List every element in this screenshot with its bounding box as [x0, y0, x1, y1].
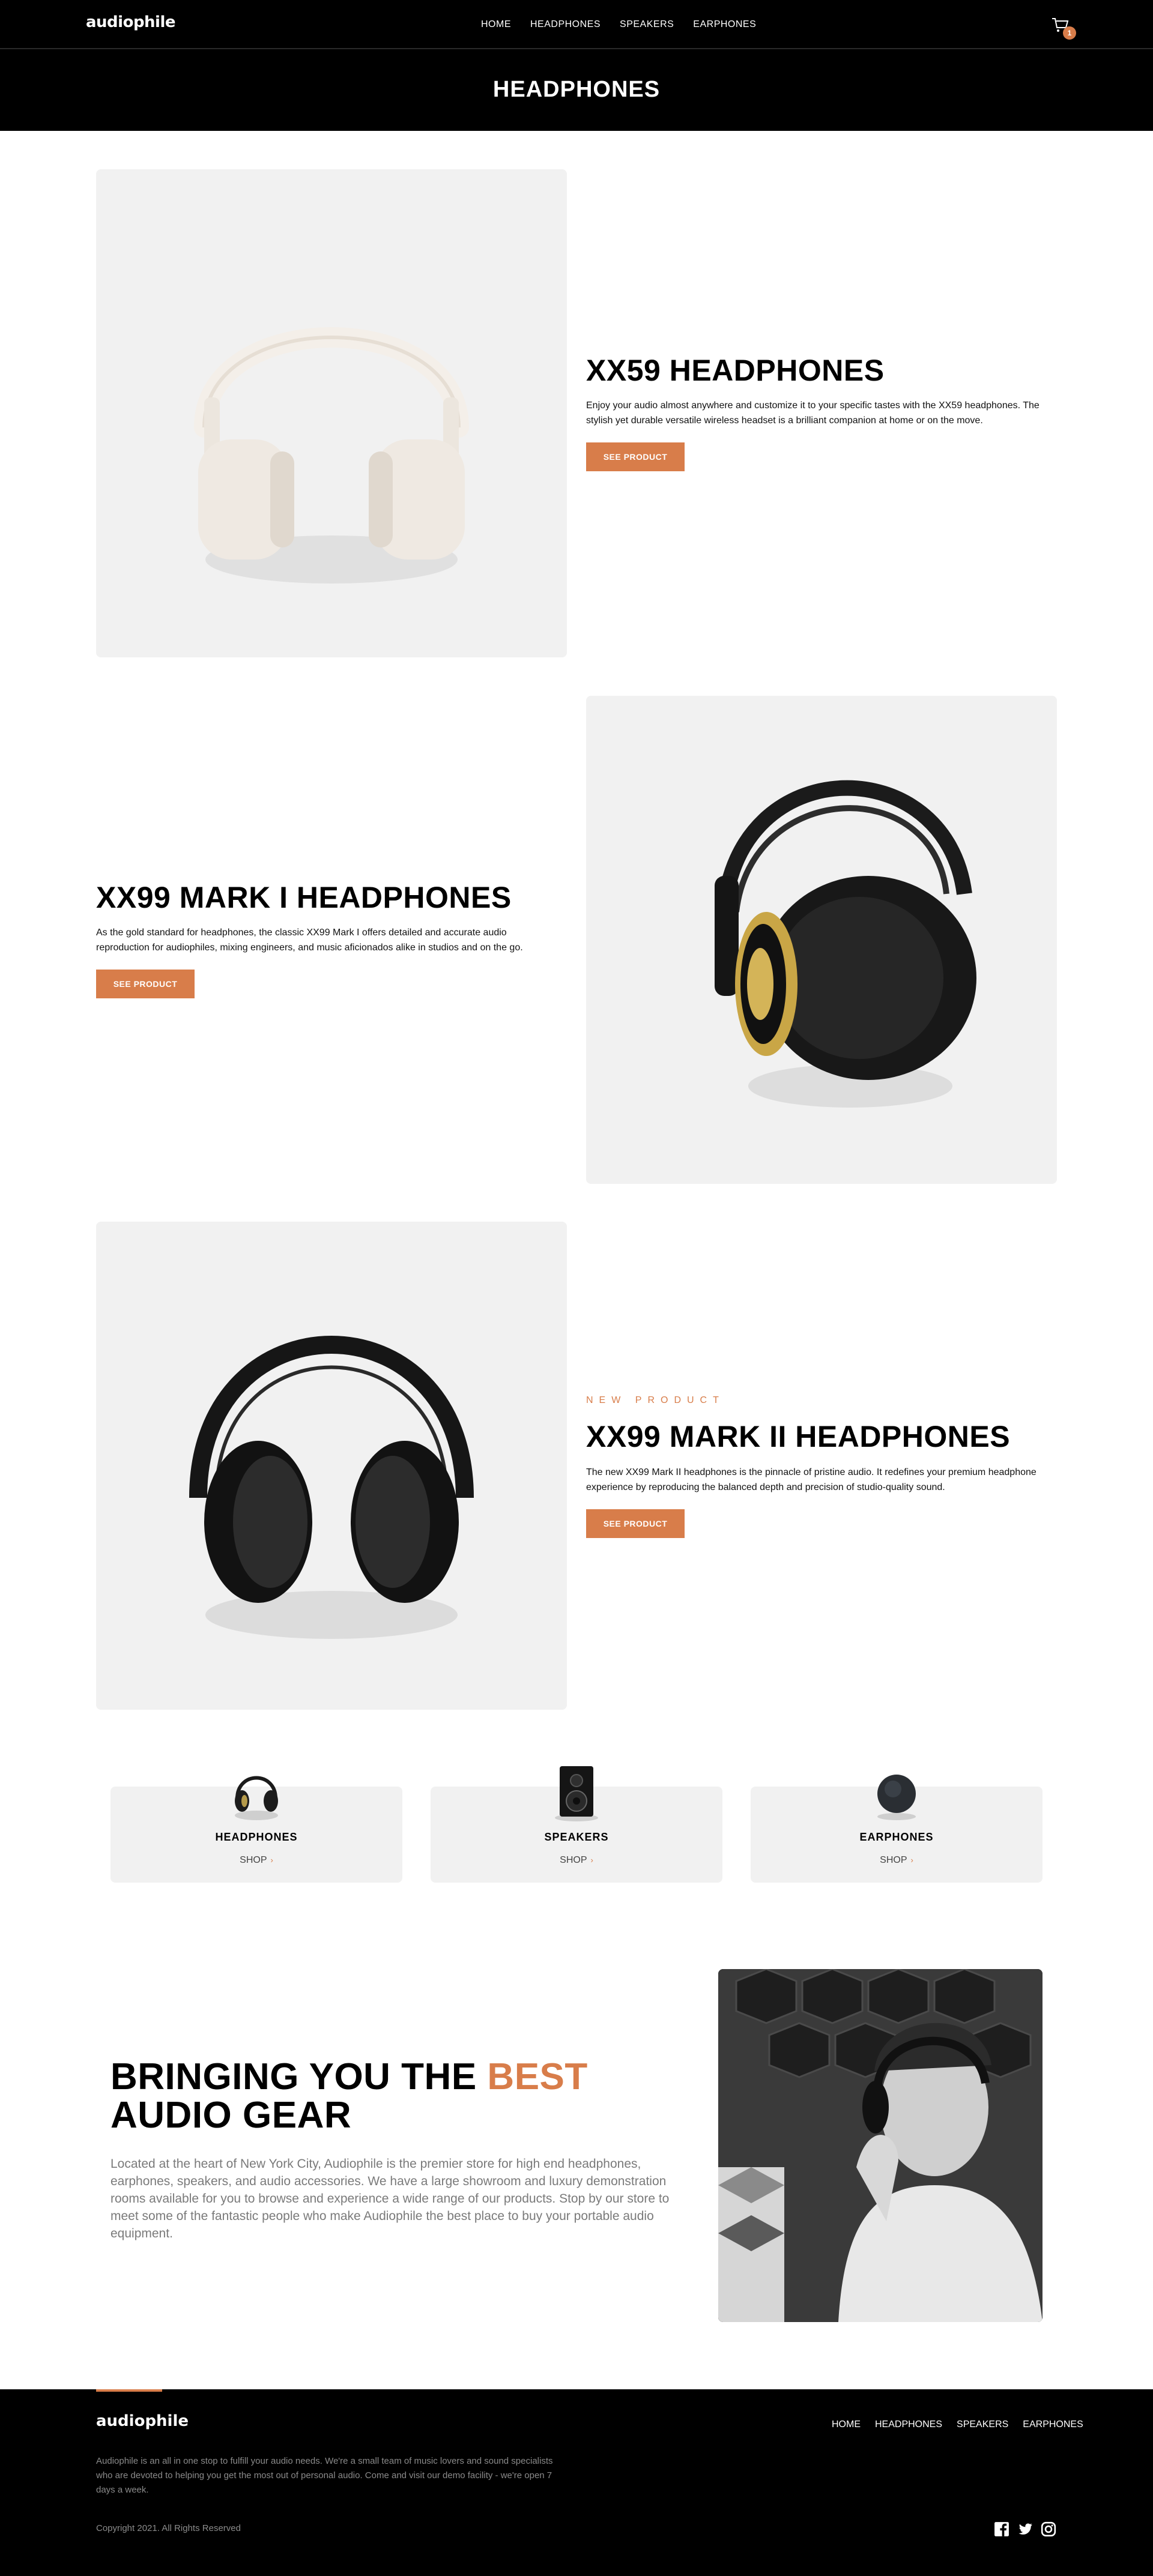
chevron-right-icon: ›: [270, 1856, 273, 1865]
product-title-xx59: XX59 HEADPHONES: [586, 354, 885, 387]
product-description-xx99-mark-ii: The new XX99 Mark II headphones is the p…: [586, 1467, 1036, 1492]
category-shop-link-speakers[interactable]: SHOP ›: [431, 1855, 722, 1866]
category-shop-link-earphones[interactable]: SHOP ›: [751, 1855, 1043, 1866]
shop-label: SHOP: [560, 1855, 587, 1865]
new-product-label: NEW PRODUCT: [586, 1395, 725, 1405]
brand-logo[interactable]: audiophile: [86, 13, 176, 31]
instagram-icon[interactable]: [1041, 2521, 1056, 2537]
shop-label: SHOP: [240, 1855, 267, 1865]
footer-nav-earphones[interactable]: EARPHONES: [1023, 2419, 1083, 2430]
footer-nav-home[interactable]: HOME: [832, 2419, 861, 2430]
see-product-button-xx59[interactable]: SEE PRODUCT: [586, 442, 685, 471]
about-text: Located at the heart of New York City, A…: [110, 2157, 670, 2240]
about-heading: BRINGING YOU THE BEST AUDIO GEAR: [110, 2058, 711, 2135]
footer-accent-bar: [96, 2389, 162, 2392]
product-title-xx99-mark-i: XX99 MARK I HEADPHONES: [96, 881, 512, 914]
xx99-mark-ii-headphones-image: [189, 1336, 474, 1639]
nav-headphones[interactable]: HEADPHONES: [530, 19, 601, 30]
site-footer: audiophile HOME HEADPHONES SPEAKERS EARP…: [0, 2389, 1153, 2576]
cart-count-badge: 1: [1063, 26, 1076, 40]
xx59-headphones-image: [194, 327, 469, 584]
page-title: HEADPHONES: [492, 77, 661, 102]
product-image-xx59: [96, 169, 567, 657]
see-product-button-xx99-mark-ii[interactable]: SEE PRODUCT: [586, 1509, 685, 1538]
shop-label: SHOP: [880, 1855, 907, 1865]
category-shop-link-headphones[interactable]: SHOP ›: [110, 1855, 402, 1866]
main-nav: HOME HEADPHONES SPEAKERS EARPHONES: [481, 19, 756, 30]
footer-description: Audiophile is an all in one stop to fulf…: [96, 2456, 553, 2495]
product-image-xx99-mark-ii: [96, 1222, 567, 1710]
person-with-headphones-photo: [718, 1969, 1043, 2322]
product-description-xx59: Enjoy your audio almost anywhere and cus…: [586, 400, 1040, 426]
headphones-thumbnail-icon: [235, 1776, 278, 1820]
facebook-icon[interactable]: [994, 2521, 1009, 2537]
chevron-right-icon: ›: [910, 1856, 913, 1865]
nav-earphones[interactable]: EARPHONES: [693, 19, 756, 30]
category-card-earphones[interactable]: EARPHONES SHOP ›: [751, 1775, 1043, 1883]
category-title-earphones: EARPHONES: [859, 1831, 934, 1843]
footer-nav-headphones[interactable]: HEADPHONES: [875, 2419, 942, 2430]
xx99-mark-i-headphones-image: [715, 780, 976, 1108]
speaker-thumbnail-icon: [555, 1766, 598, 1821]
header-divider: [0, 48, 1153, 49]
chevron-right-icon: ›: [590, 1856, 593, 1865]
twitter-icon[interactable]: [1017, 2521, 1033, 2537]
footer-nav: HOME HEADPHONES SPEAKERS EARPHONES: [832, 2419, 1083, 2430]
product-title-xx99-mark-ii: XX99 MARK II HEADPHONES: [586, 1420, 1011, 1453]
category-card-headphones[interactable]: HEADPHONES SHOP ›: [110, 1776, 402, 1883]
product-image-xx99-mark-i: [586, 696, 1057, 1184]
about-heading-start: BRINGING YOU THE: [110, 2056, 488, 2098]
category-card-speakers[interactable]: SPEAKERS SHOP ›: [431, 1766, 722, 1883]
nav-home[interactable]: HOME: [481, 19, 511, 30]
site-header: audiophile HOME HEADPHONES SPEAKERS EARP…: [0, 0, 1153, 131]
copyright-text: Copyright 2021. All Rights Reserved: [96, 2523, 241, 2533]
about-heading-accent: BEST: [487, 2056, 588, 2098]
category-title-speakers: SPEAKERS: [544, 1831, 609, 1843]
earphones-thumbnail-icon: [877, 1775, 916, 1820]
footer-logo[interactable]: audiophile: [96, 2412, 189, 2430]
footer-nav-speakers[interactable]: SPEAKERS: [957, 2419, 1008, 2430]
about-heading-end: AUDIO GEAR: [110, 2095, 352, 2136]
product-description-xx99-mark-i: As the gold standard for headphones, the…: [96, 928, 523, 953]
category-title-headphones: HEADPHONES: [215, 1831, 298, 1843]
nav-speakers[interactable]: SPEAKERS: [620, 19, 674, 30]
see-product-button-xx99-mark-i[interactable]: SEE PRODUCT: [96, 970, 195, 998]
